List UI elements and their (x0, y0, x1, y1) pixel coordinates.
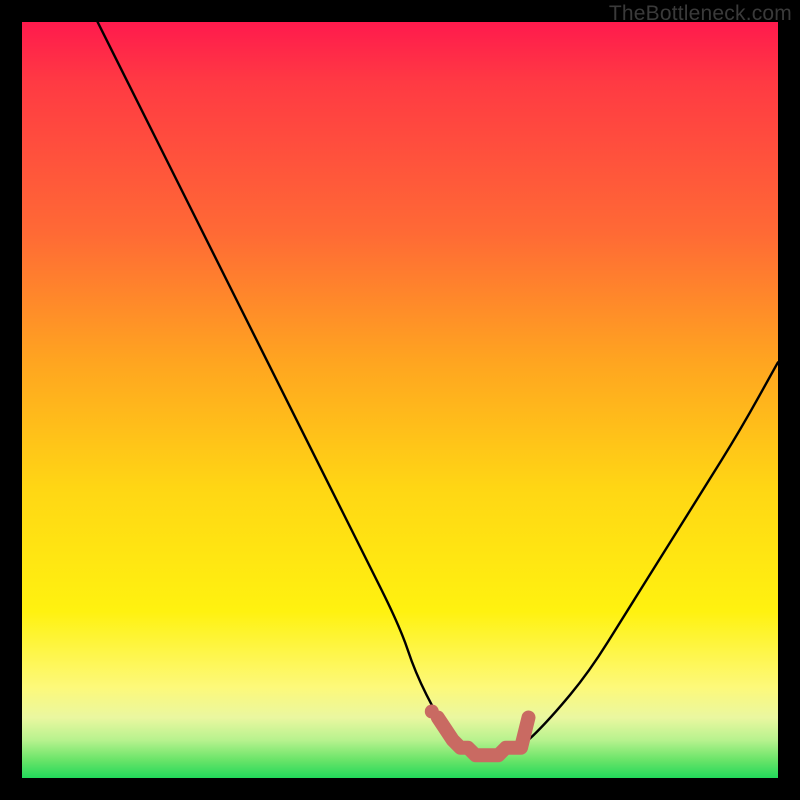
chart-svg (22, 22, 778, 778)
chart-frame: TheBottleneck.com (0, 0, 800, 800)
plot-area (22, 22, 778, 778)
highlight-stroke (438, 718, 529, 756)
bottleneck-curve (98, 22, 778, 755)
highlight-dots (425, 705, 529, 756)
highlight-dot (425, 705, 439, 719)
